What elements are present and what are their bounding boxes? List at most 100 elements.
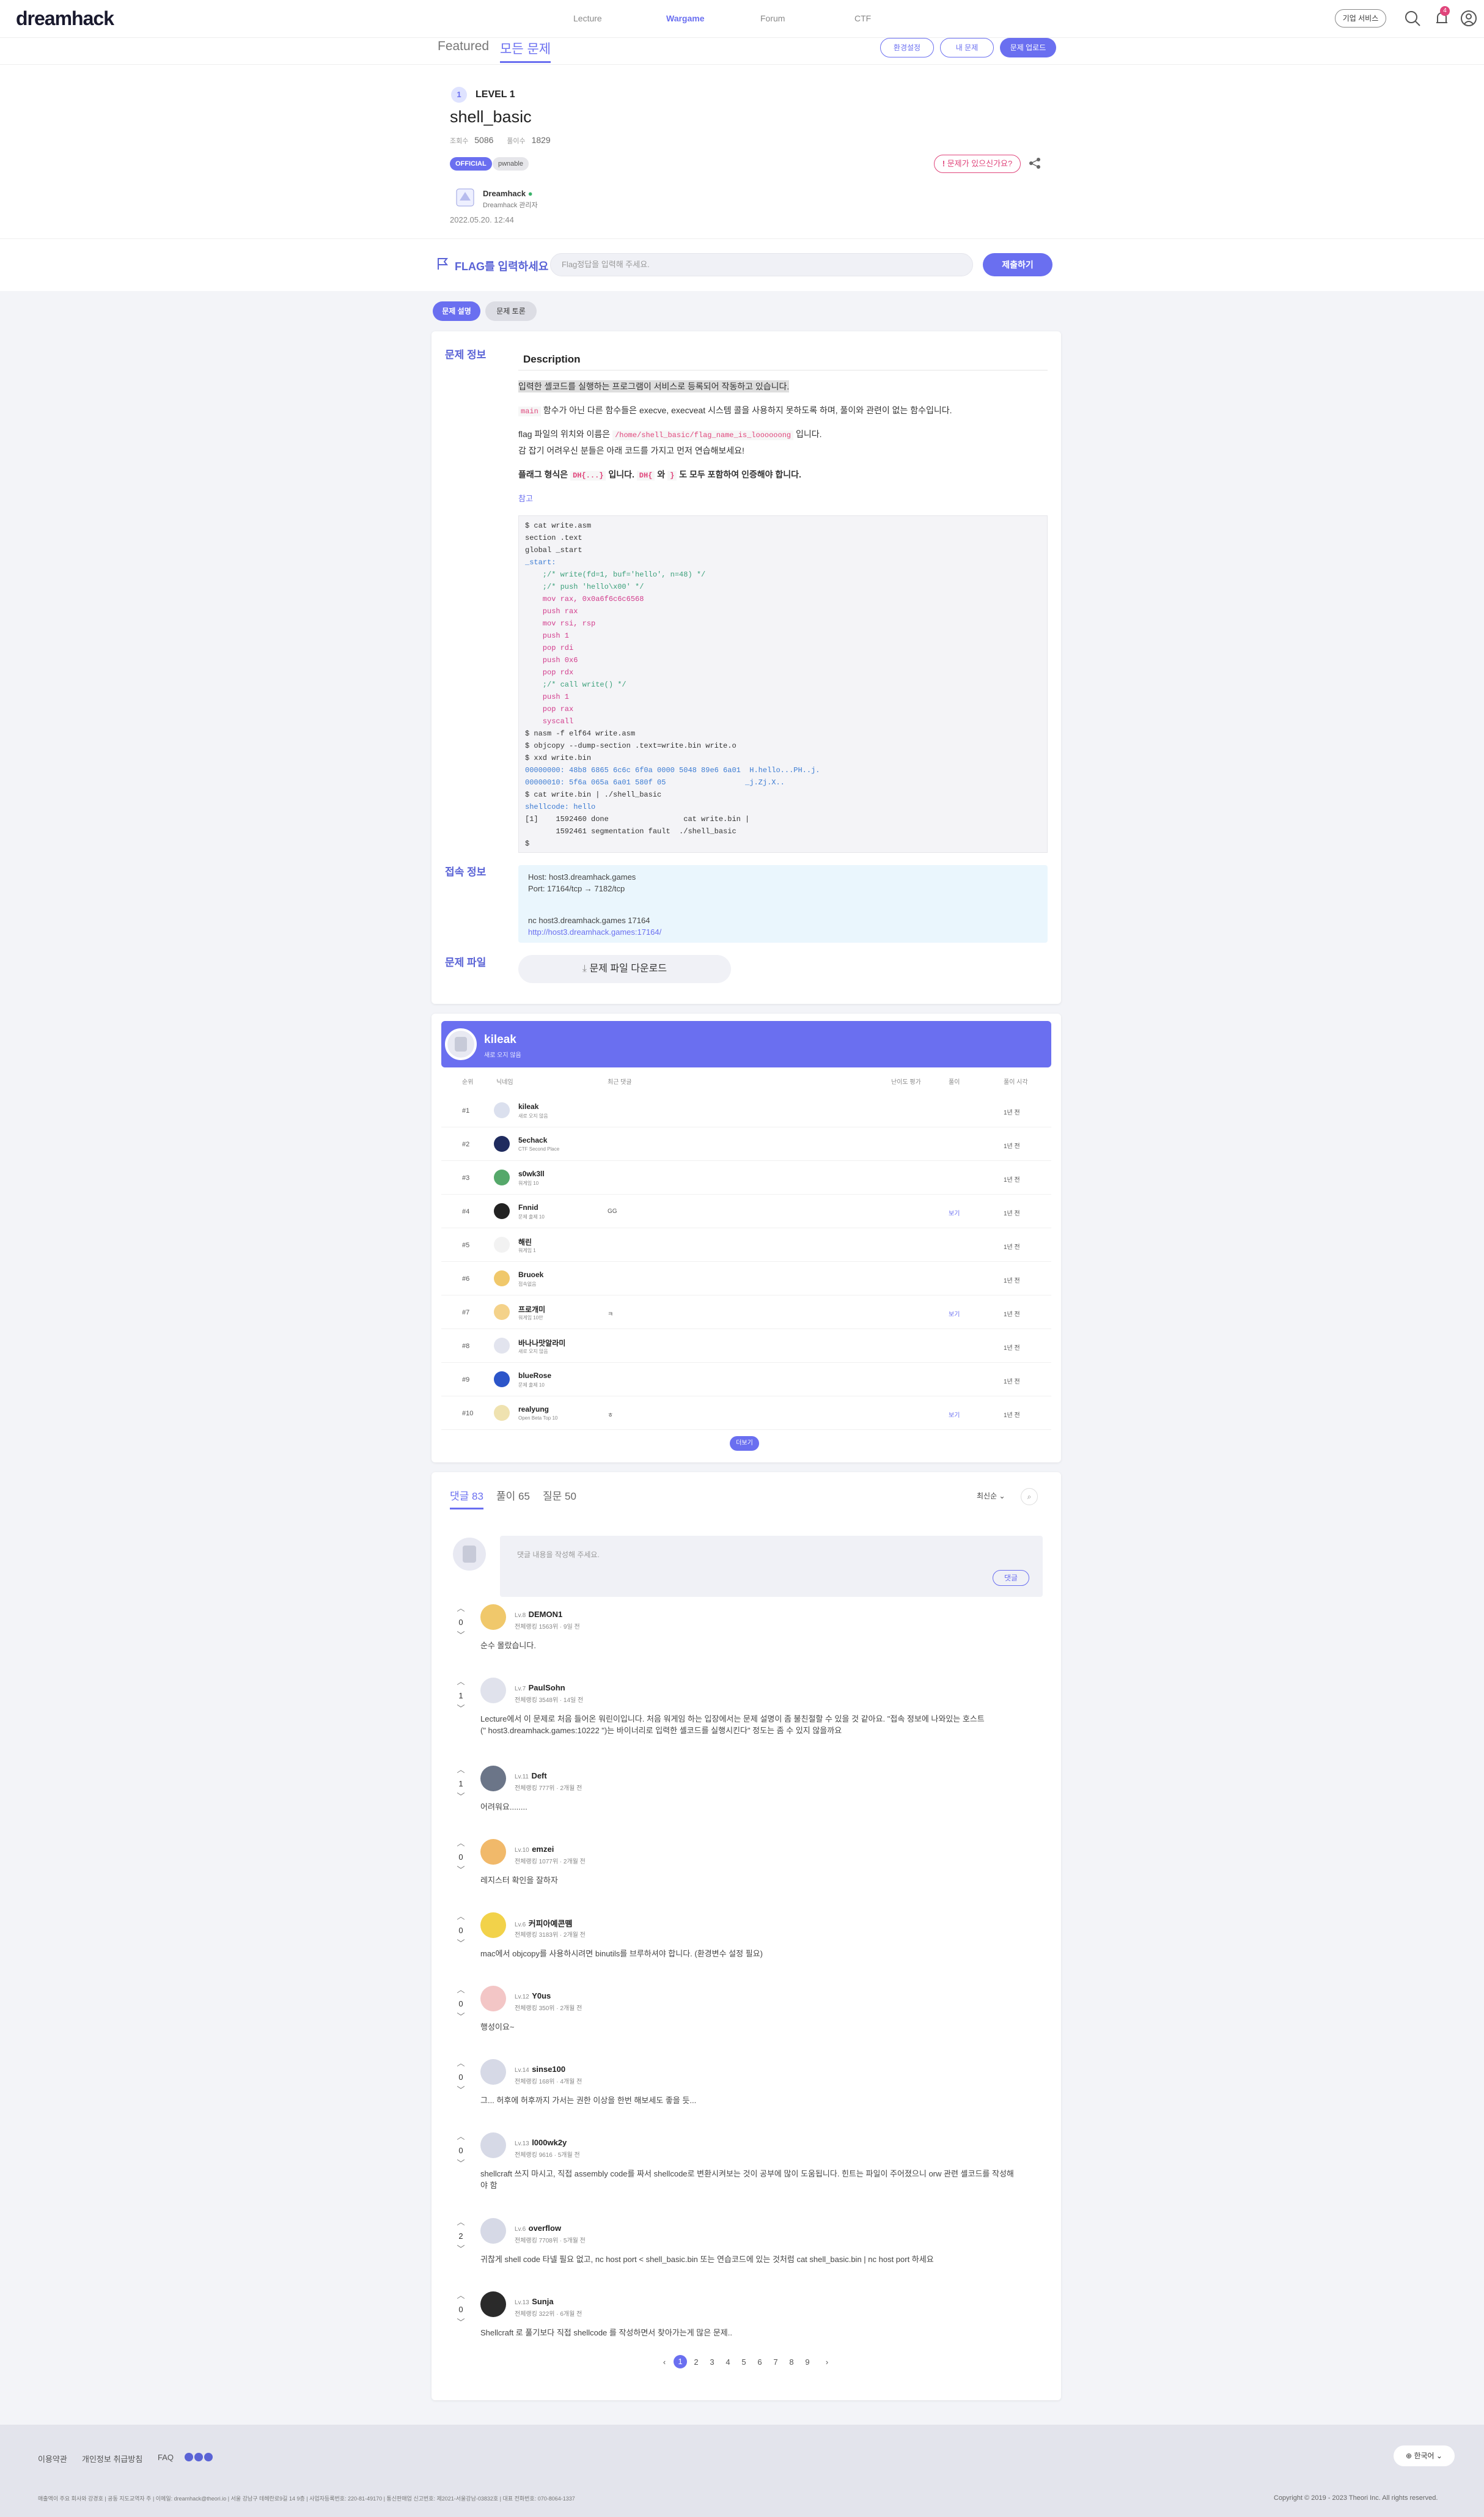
page-number[interactable]: 2 xyxy=(689,2357,703,2367)
comment-avatar[interactable] xyxy=(480,1912,506,1938)
nav-ctf[interactable]: CTF xyxy=(854,13,871,23)
upvote-icon[interactable]: ︿ xyxy=(455,1766,467,1774)
nav-forum[interactable]: Forum xyxy=(760,13,785,23)
comment-author-name[interactable]: PaulSohn xyxy=(529,1683,565,1692)
rank-avatar[interactable] xyxy=(494,1136,510,1152)
rank-avatar[interactable] xyxy=(494,1405,510,1421)
downvote-icon[interactable]: ﹀ xyxy=(455,1631,467,1640)
rank-name[interactable]: Bruoek xyxy=(518,1270,543,1279)
more-ranking-button[interactable]: 더보기 xyxy=(730,1436,759,1451)
flag-submit-button[interactable]: 제출하기 xyxy=(983,253,1052,276)
comment-author-name[interactable]: emzei xyxy=(532,1844,554,1854)
profile-icon[interactable] xyxy=(1460,9,1478,28)
comment-avatar[interactable] xyxy=(480,2132,506,2158)
page-number[interactable]: 3 xyxy=(705,2357,719,2367)
comment-input[interactable] xyxy=(500,1536,1043,1597)
comment-search-icon[interactable]: ⌕ xyxy=(1021,1488,1038,1505)
comment-author-name[interactable]: DEMON1 xyxy=(529,1610,563,1619)
rank-avatar[interactable] xyxy=(494,1371,510,1387)
upvote-icon[interactable]: ︿ xyxy=(455,1604,467,1613)
tab-comments[interactable]: 댓글 83 xyxy=(450,1487,483,1509)
comment-author-name[interactable]: 커피아예콘뗌 xyxy=(529,1919,573,1928)
leader-avatar[interactable] xyxy=(445,1028,477,1060)
upvote-icon[interactable]: ︿ xyxy=(455,2218,467,2227)
page-number[interactable]: 5 xyxy=(737,2357,751,2367)
comment-author-name[interactable]: sinse100 xyxy=(532,2065,565,2074)
rank-name[interactable]: Fnnid xyxy=(518,1203,538,1212)
page-number[interactable]: 9 xyxy=(801,2357,814,2367)
footer-terms[interactable]: 이용약관 xyxy=(38,2453,67,2464)
page-number[interactable]: 6 xyxy=(753,2357,766,2367)
rank-solution-link[interactable]: 보기 xyxy=(949,1309,960,1318)
corp-service-button[interactable]: 기업 서비스 xyxy=(1335,9,1386,28)
footer-faq[interactable]: FAQ xyxy=(158,2453,174,2462)
env-settings-button[interactable]: 환경설정 xyxy=(880,38,934,57)
twitter-icon[interactable] xyxy=(194,2453,203,2461)
tab-featured[interactable]: Featured xyxy=(438,39,489,54)
rank-avatar[interactable] xyxy=(494,1237,510,1253)
page-number[interactable]: 7 xyxy=(769,2357,782,2367)
page-number[interactable]: 8 xyxy=(785,2357,798,2367)
downvote-icon[interactable]: ﹀ xyxy=(455,1866,467,1874)
comment-avatar[interactable] xyxy=(480,2059,506,2085)
tab-problem-description[interactable]: 문제 설명 xyxy=(433,301,480,321)
rank-avatar[interactable] xyxy=(494,1270,510,1286)
footer-privacy[interactable]: 개인정보 취급방침 xyxy=(82,2453,142,2464)
page-next-icon[interactable]: › xyxy=(820,2357,834,2367)
comment-author-name[interactable]: Sunja xyxy=(532,2297,553,2306)
rank-avatar[interactable] xyxy=(494,1304,510,1320)
flag-input[interactable]: Flag정답을 입력해 주세요. xyxy=(550,253,973,276)
comment-avatar[interactable] xyxy=(480,1766,506,1791)
downvote-icon[interactable]: ﹀ xyxy=(455,2318,467,2327)
tab-solutions[interactable]: 풀이 65 xyxy=(496,1487,530,1503)
rank-name[interactable]: kileak xyxy=(518,1102,538,1111)
upvote-icon[interactable]: ︿ xyxy=(455,1986,467,1994)
tab-problem-discussion[interactable]: 문제 토론 xyxy=(485,301,537,321)
upvote-icon[interactable]: ︿ xyxy=(455,2132,467,2141)
comment-author-name[interactable]: Deft xyxy=(531,1771,546,1780)
comment-submit-button[interactable]: 댓글 xyxy=(993,1570,1029,1586)
upvote-icon[interactable]: ︿ xyxy=(455,2291,467,2300)
downvote-icon[interactable]: ﹀ xyxy=(455,2245,467,2254)
rank-name[interactable]: s0wk3ll xyxy=(518,1170,545,1178)
downvote-icon[interactable]: ﹀ xyxy=(455,2159,467,2168)
rank-avatar[interactable] xyxy=(494,1338,510,1354)
downvote-icon[interactable]: ﹀ xyxy=(455,2013,467,2021)
rank-avatar[interactable] xyxy=(494,1102,510,1118)
comment-avatar[interactable] xyxy=(480,1678,506,1703)
author-avatar[interactable] xyxy=(455,187,476,208)
upvote-icon[interactable]: ︿ xyxy=(455,1839,467,1848)
rank-name[interactable]: 프로개미 xyxy=(518,1304,545,1314)
rank-name[interactable]: blueRose xyxy=(518,1371,551,1380)
dreamhack-logo[interactable]: dreamhack xyxy=(16,7,114,30)
language-select[interactable]: ⊕ 한국어 ⌄ xyxy=(1394,2445,1455,2466)
rank-name[interactable]: 5echack xyxy=(518,1136,547,1144)
tab-all-problems[interactable]: 모든 문제 xyxy=(500,39,551,63)
sort-select[interactable]: 최신순 ⌄ xyxy=(977,1491,1005,1501)
rank-name[interactable]: 바나나맛알라미 xyxy=(518,1338,565,1348)
comment-avatar[interactable] xyxy=(480,2218,506,2244)
downvote-icon[interactable]: ﹀ xyxy=(455,1793,467,1801)
facebook-icon[interactable] xyxy=(204,2453,213,2461)
conn-http-link[interactable]: http://host3.dreamhack.games:17164/ xyxy=(528,927,661,937)
rank-solution-link[interactable]: 보기 xyxy=(949,1410,960,1419)
leader-name[interactable]: kileak xyxy=(484,1033,516,1047)
nav-lecture[interactable]: Lecture xyxy=(573,13,602,23)
upvote-icon[interactable]: ︿ xyxy=(455,1912,467,1921)
download-file-button[interactable]: ⤓ 문제 파일 다운로드 xyxy=(518,955,731,983)
comment-author-name[interactable]: l000wk2y xyxy=(532,2138,567,2147)
rank-name[interactable]: realyung xyxy=(518,1405,549,1413)
comment-avatar[interactable] xyxy=(480,1604,506,1630)
page-number[interactable]: 1 xyxy=(674,2355,687,2368)
comment-author-name[interactable]: Y0us xyxy=(532,1991,551,2000)
rank-solution-link[interactable]: 보기 xyxy=(949,1208,960,1217)
rank-name[interactable]: 해린 xyxy=(518,1237,532,1247)
downvote-icon[interactable]: ﹀ xyxy=(455,1939,467,1948)
page-prev-icon[interactable]: ‹ xyxy=(658,2357,671,2367)
downvote-icon[interactable]: ﹀ xyxy=(455,1704,467,1713)
category-tag[interactable]: pwnable xyxy=(493,157,529,171)
share-icon[interactable] xyxy=(1028,157,1041,170)
page-number[interactable]: 4 xyxy=(721,2357,735,2367)
my-problems-button[interactable]: 내 문제 xyxy=(940,38,994,57)
nav-wargame[interactable]: Wargame xyxy=(666,13,705,23)
